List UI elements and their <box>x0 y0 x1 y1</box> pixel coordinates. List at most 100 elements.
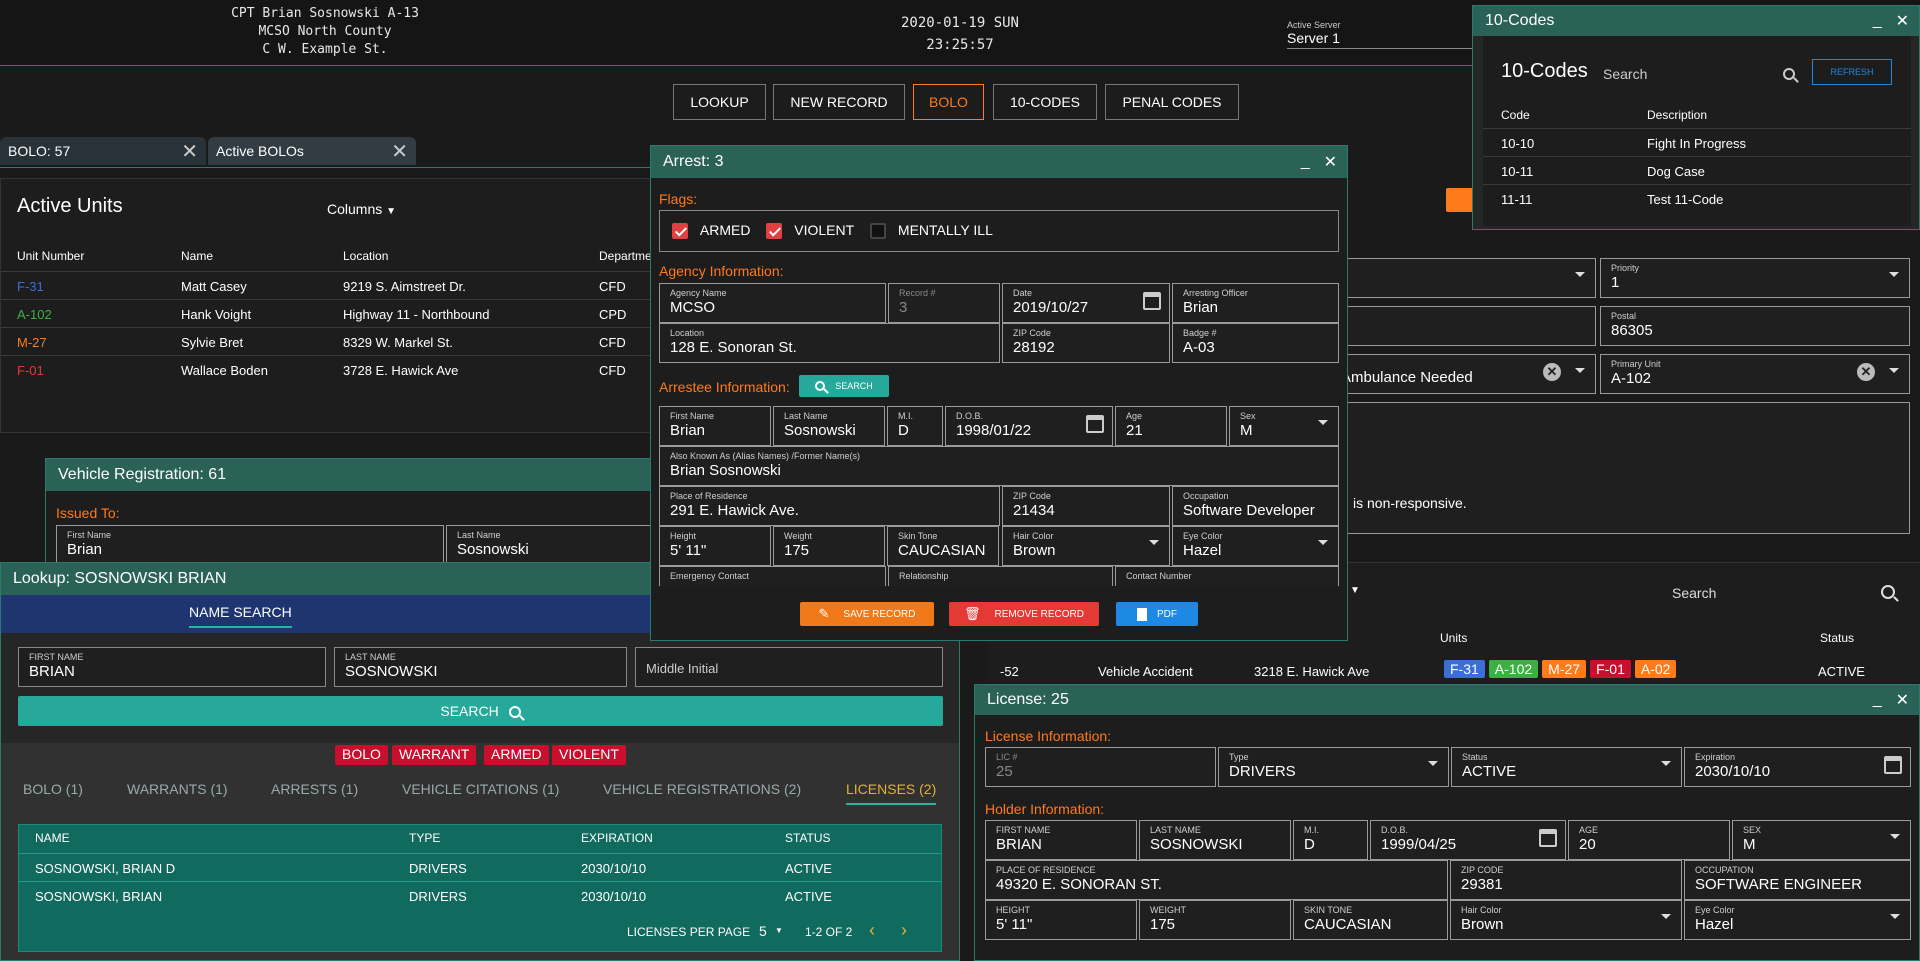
first-name-field[interactable]: First Name Brian <box>659 406 771 446</box>
close-icon[interactable]: ✕ <box>1324 152 1337 172</box>
aka-field[interactable]: Also Known As (Alias Names) /Former Name… <box>659 446 1339 486</box>
license-status-field[interactable]: Status ACTIVE <box>1451 747 1682 787</box>
holder-sex-field[interactable]: SEX M <box>1732 820 1911 860</box>
lookup-tab[interactable]: VEHICLE REGISTRATIONS (2) <box>603 781 801 797</box>
dob-field[interactable]: D.O.B. 1998/01/22 <box>945 406 1113 446</box>
clear-icon[interactable]: ✕ <box>1543 363 1561 381</box>
per-page-select[interactable]: 5 <box>759 923 767 939</box>
minimize-icon[interactable]: _ <box>1873 12 1882 30</box>
arrest-titlebar[interactable]: Arrest: 3 _ ✕ <box>651 146 1347 178</box>
holder-skin-tone-field[interactable]: SKIN TONE CAUCASIAN <box>1293 900 1448 940</box>
last-name-field[interactable]: Last Name Sosnowski <box>773 406 885 446</box>
server-selector[interactable]: Active Server Server 1 <box>1287 20 1487 49</box>
holder-dob-field[interactable]: D.O.B. 1999/04/25 <box>1370 820 1566 860</box>
ten-codes-titlebar[interactable]: 10-Codes _ ✕ <box>1473 6 1919 36</box>
close-icon[interactable]: ✕ <box>391 139 408 164</box>
ten-code-row[interactable]: 10-10 Fight In Progress <box>1483 128 1911 156</box>
arresting-officer-field[interactable]: Arresting Officer Brian <box>1172 283 1339 323</box>
calendar-icon[interactable] <box>1086 415 1104 433</box>
postal-field[interactable]: Postal 86305 <box>1600 306 1910 346</box>
columns-menu[interactable]: Columns ▼ <box>327 201 396 217</box>
lookup-button[interactable]: LOOKUP <box>673 84 766 120</box>
badge-field[interactable]: Badge # A-03 <box>1172 323 1339 363</box>
location-field[interactable]: Location 128 E. Sonoran St. <box>659 323 1000 363</box>
first-name-input[interactable]: FIRST NAME BRIAN <box>18 647 326 687</box>
zip-field[interactable]: ZIP Code 28192 <box>1002 323 1170 363</box>
ten-codes-search[interactable]: Search <box>1603 66 1647 82</box>
penal-codes-button[interactable]: PENAL CODES <box>1105 84 1239 120</box>
lookup-tab[interactable]: ARRESTS (1) <box>271 781 358 797</box>
holder-last-name-field[interactable]: LAST NAME SOSNOWSKI <box>1139 820 1291 860</box>
license-row[interactable]: SOSNOWSKI, BRIAN D DRIVERS 2030/10/10 ACTIV… <box>19 853 941 881</box>
lookup-tab[interactable]: LICENSES (2) <box>846 781 936 797</box>
prev-page-icon[interactable]: ‹ <box>869 920 875 941</box>
ten-codes-button[interactable]: 10-CODES <box>993 84 1097 120</box>
holder-weight-field[interactable]: WEIGHT 175 <box>1139 900 1291 940</box>
holder-mi-field[interactable]: M.I. D <box>1293 820 1368 860</box>
lookup-search-button[interactable]: SEARCH <box>18 696 943 726</box>
refresh-button[interactable]: REFRESH <box>1812 59 1892 85</box>
clear-icon[interactable]: ✕ <box>1857 363 1875 381</box>
call-tags-field[interactable]: Ambulance Needed ✕ <box>1330 354 1596 394</box>
height-field[interactable]: Height 5' 11" <box>659 526 771 566</box>
license-expiration-field[interactable]: Expiration 2030/10/10 <box>1684 747 1911 787</box>
unit-row[interactable]: F-31 Matt Casey 9219 S. Aimstreet Dr. CFD <box>1 271 659 299</box>
age-field[interactable]: Age 21 <box>1115 406 1227 446</box>
calls-search-placeholder[interactable]: Search <box>1672 585 1716 601</box>
first-name-field[interactable]: First Name Brian <box>56 525 444 565</box>
last-name-input[interactable]: LAST NAME SOSNOWSKI <box>334 647 627 687</box>
primary-unit-field[interactable]: Primary Unit A-102 ✕ <box>1600 354 1910 394</box>
eye-color-field[interactable]: Eye Color Hazel <box>1172 526 1339 566</box>
license-row[interactable]: SOSNOWSKI, BRIAN DRIVERS 2030/10/10 ACTIVE <box>19 881 941 909</box>
call-notes-field[interactable]: is non-responsive. <box>1330 402 1910 534</box>
tab-bolo[interactable]: BOLO: 57 ✕ <box>0 137 206 165</box>
ten-code-row[interactable]: 10-11 Dog Case <box>1483 156 1911 184</box>
holder-age-field[interactable]: AGE 20 <box>1568 820 1730 860</box>
hair-color-field[interactable]: Hair Color Brown <box>1002 526 1170 566</box>
license-titlebar[interactable]: License: 25 _ ✕ <box>975 685 1919 715</box>
sex-field[interactable]: Sex M <box>1229 406 1339 446</box>
close-icon[interactable]: ✕ <box>1896 11 1909 31</box>
address-field[interactable] <box>1330 306 1596 346</box>
mentally-ill-checkbox[interactable] <box>870 223 887 240</box>
next-page-icon[interactable]: › <box>901 920 907 941</box>
vehicle-registration-titlebar[interactable]: Vehicle Registration: 61 <box>46 459 684 491</box>
calls-row[interactable]: -52 Vehicle Accident 3218 E. Hawick Ave … <box>988 659 1920 683</box>
holder-occupation-field[interactable]: OCCUPATION SOFTWARE ENGINEER <box>1684 860 1911 900</box>
agency-name-field[interactable]: Agency Name MCSO <box>659 283 886 323</box>
unit-row[interactable]: A-102 Hank Voight Highway 11 - Northbound C… <box>1 299 659 327</box>
armed-checkbox[interactable] <box>672 223 688 240</box>
holder-eye-color-field[interactable]: Eye Color Hazel <box>1684 900 1911 940</box>
pdf-button[interactable]: PDF <box>1116 602 1198 626</box>
unit-row[interactable]: M-27 Sylvie Bret 8329 W. Markel St. CFD <box>1 327 659 355</box>
close-icon[interactable]: ✕ <box>1896 690 1909 710</box>
calendar-icon[interactable] <box>1884 756 1902 774</box>
search-icon[interactable] <box>1783 68 1795 80</box>
holder-residence-field[interactable]: PLACE OF RESIDENCE 49320 E. SONORAN ST. <box>985 860 1448 900</box>
calendar-icon[interactable] <box>1539 829 1557 847</box>
new-record-button[interactable]: NEW RECORD <box>773 84 905 120</box>
lookup-tab[interactable]: WARRANTS (1) <box>127 781 228 797</box>
save-record-button[interactable]: ✎ SAVE RECORD <box>800 602 934 626</box>
ten-code-row[interactable]: 11-11 Test 11-Code <box>1483 184 1911 212</box>
violent-checkbox[interactable] <box>766 223 783 240</box>
search-icon[interactable] <box>1881 585 1895 599</box>
bolo-button[interactable]: BOLO <box>913 84 984 120</box>
holder-first-name-field[interactable]: FIRST NAME BRIAN <box>985 820 1137 860</box>
weight-field[interactable]: Weight 175 <box>773 526 885 566</box>
middle-initial-input[interactable]: Middle Initial <box>635 647 943 687</box>
priority-field[interactable]: Priority 1 <box>1600 258 1910 298</box>
calendar-icon[interactable] <box>1143 292 1161 310</box>
residence-zip-field[interactable]: ZIP Code 21434 <box>1002 486 1170 526</box>
holder-height-field[interactable]: HEIGHT 5' 11" <box>985 900 1137 940</box>
lookup-tab[interactable]: VEHICLE CITATIONS (1) <box>402 781 559 797</box>
call-type-field[interactable] <box>1330 258 1596 298</box>
holder-hair-color-field[interactable]: Hair Color Brown <box>1450 900 1682 940</box>
minimize-icon[interactable]: _ <box>1301 153 1310 171</box>
middle-initial-field[interactable]: M.I. D <box>887 406 943 446</box>
unit-row[interactable]: F-01 Wallace Boden 3728 E. Hawick Ave CFD <box>1 355 659 383</box>
chevron-down-icon[interactable]: ▼ <box>775 926 783 935</box>
occupation-field[interactable]: Occupation Software Developer <box>1172 486 1339 526</box>
tab-name-search[interactable]: NAME SEARCH <box>189 604 292 628</box>
tab-active-bolos[interactable]: Active BOLOs ✕ <box>208 137 416 165</box>
